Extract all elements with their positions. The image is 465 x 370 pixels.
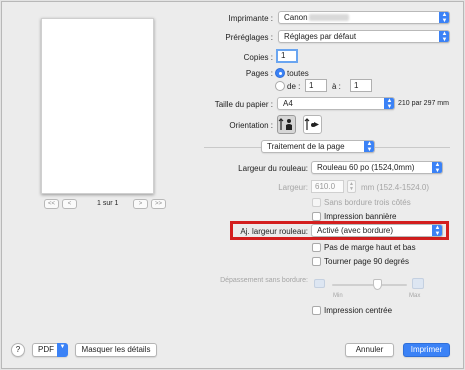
paper-dimensions: 210 par 297 mm [398,100,449,107]
chevron-updown-icon: ▲ ▼ [439,31,449,42]
next-page-button[interactable]: > [133,199,148,209]
section-popup[interactable]: Traitement de la page ▲ ▼ [261,140,375,153]
pdf-menu-button[interactable]: PDF ▼ [32,343,68,357]
roll-width-label: Largeur du rouleau: [238,164,308,173]
fit-roll-width-value: Activé (avec bordure) [317,226,394,235]
first-page-button[interactable]: << [44,199,59,209]
overflow-max-label: Max [409,293,421,299]
small-image-icon [314,279,325,288]
rotate-90-label: Tourner page 90 degrés [324,257,409,266]
orientation-portrait-button[interactable] [277,115,296,134]
width-label: Largeur: [278,183,308,192]
roll-width-popup[interactable]: Rouleau 60 po (1524,0mm) ▲ ▼ [311,161,443,174]
paper-size-popup[interactable]: A4 ▲ ▼ [277,97,395,110]
orientation-landscape-button[interactable] [303,115,322,134]
pages-to-input[interactable]: 1 [350,79,372,92]
width-range: mm (152.4-1524.0) [361,183,430,192]
chevron-updown-icon: ▲ ▼ [439,12,449,23]
overflow-slider-thumb[interactable] [372,279,382,290]
cancel-button[interactable]: Annuler [345,343,394,357]
redacted-printer-model [309,14,349,21]
centered-printing-checkbox[interactable] [312,306,321,315]
fit-roll-width-label: Aj. largeur rouleau: [240,227,308,236]
banner-printing-checkbox[interactable] [312,212,321,221]
page-preview [41,18,154,194]
last-page-button[interactable]: >> [151,199,166,209]
chevron-down-icon: ▼ [57,343,68,357]
roll-width-value: Rouleau 60 po (1524,0mm) [317,163,415,172]
pages-from-input[interactable]: 1 [305,79,327,92]
copies-input[interactable]: 1 [276,49,298,63]
chevron-updown-icon: ▲ ▼ [384,98,394,109]
pages-label: Pages : [245,69,273,78]
rotate-90-checkbox[interactable] [312,257,321,266]
overflow-label: Dépassement sans bordure: [220,277,308,284]
pages-range-radio[interactable] [275,81,285,91]
no-top-bottom-margin-checkbox[interactable] [312,243,321,252]
help-button[interactable]: ? [11,343,25,357]
centered-printing-label: Impression centrée [324,306,393,315]
printer-popup[interactable]: Canon ▲ ▼ [278,11,450,24]
copies-label: Copies : [243,53,273,62]
hide-details-button[interactable]: Masquer les détails [75,343,157,357]
orientation-label: Orientation : [229,121,273,130]
three-side-borderless-label: Sans bordure trois côtés [324,198,411,207]
banner-printing-label: Impression bannière [324,212,397,221]
pages-all-radio[interactable] [275,68,285,78]
previous-page-button[interactable]: < [62,199,77,209]
printer-name: Canon [284,13,308,22]
page-indicator: 1 sur 1 [97,200,119,207]
pdf-label: PDF [38,345,54,354]
section-popup-value: Traitement de la page [267,142,345,151]
print-button[interactable]: Imprimer [403,343,450,357]
paper-size-value: A4 [283,99,293,108]
landscape-person-icon [304,118,319,130]
presets-popup[interactable]: Réglages par défaut ▲ ▼ [278,30,450,43]
presets-value: Réglages par défaut [284,32,357,41]
pages-to-label: à : [332,82,341,91]
overflow-min-label: Min [333,293,343,299]
no-top-bottom-margin-label: Pas de marge haut et bas [324,243,416,252]
width-stepper[interactable]: ▲ ▼ [347,180,356,193]
printer-label: Imprimante : [228,14,273,23]
pages-from-label: de : [287,82,301,91]
fit-roll-width-popup[interactable]: Activé (avec bordure) ▲ ▼ [311,224,443,237]
three-side-borderless-checkbox[interactable] [312,198,321,207]
portrait-person-icon [278,118,292,130]
chevron-updown-icon: ▲ ▼ [364,141,374,152]
overflow-slider-track[interactable] [332,284,407,286]
pages-all-label: toutes [287,69,309,78]
chevron-updown-icon: ▲ ▼ [432,225,442,236]
paper-size-label: Taille du papier : [214,100,273,109]
large-image-icon [412,278,424,289]
width-input[interactable]: 610.0 [311,180,344,193]
presets-label: Préréglages : [225,33,273,42]
chevron-updown-icon: ▲ ▼ [432,162,442,173]
